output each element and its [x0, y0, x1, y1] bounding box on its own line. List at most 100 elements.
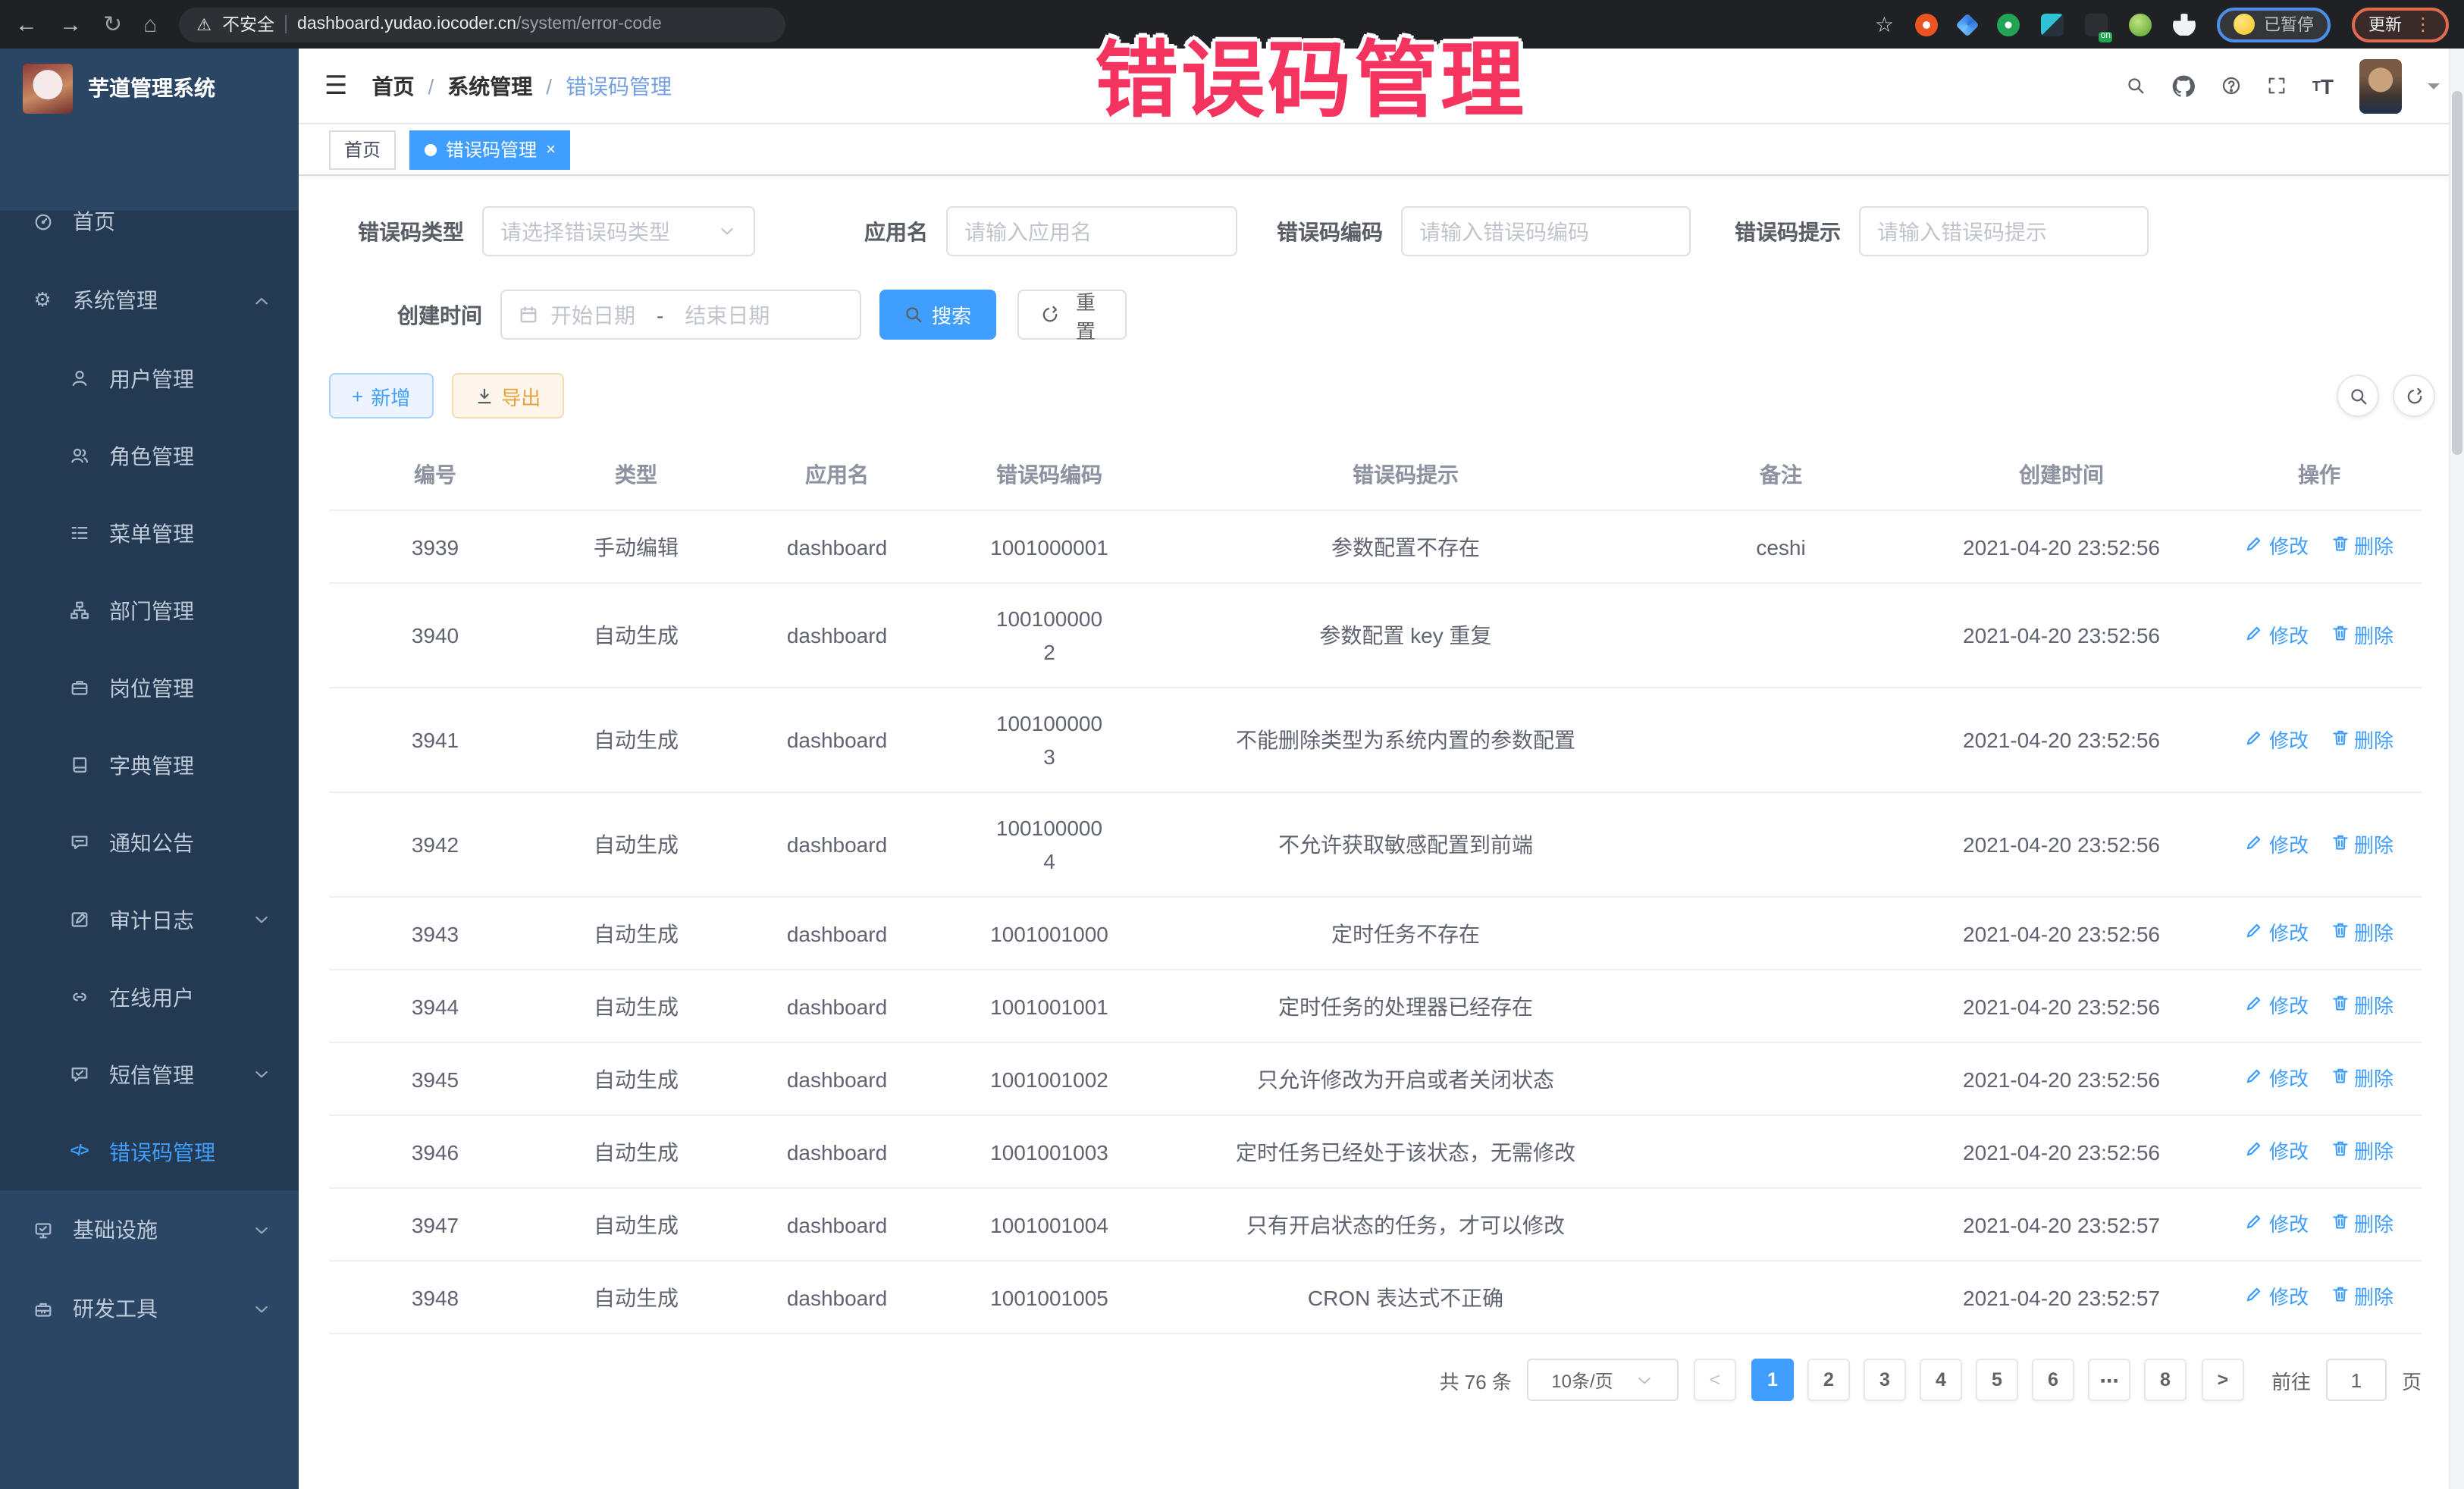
more-pages-button[interactable]: ⋯ — [2088, 1359, 2130, 1401]
add-button[interactable]: + 新增 — [329, 373, 433, 418]
sidebar-item-角色管理[interactable]: 角色管理 — [0, 417, 299, 494]
page-button-5[interactable]: 5 — [1976, 1359, 2018, 1401]
avatar-caret-down-icon[interactable] — [2428, 83, 2440, 95]
edit-link[interactable]: 修改 — [2245, 619, 2309, 653]
edit-link[interactable]: 修改 — [2245, 531, 2309, 564]
sidebar-item-通知公告[interactable]: 通知公告 — [0, 804, 299, 881]
delete-link[interactable]: 删除 — [2330, 1208, 2393, 1242]
page-content: 错误码类型 请选择错误码类型 应用名 请输入应用名 错误码编码 请输入错误码编码 — [299, 176, 2464, 1489]
edit-link[interactable]: 修改 — [2245, 917, 2309, 951]
export-button[interactable]: 导出 — [451, 373, 563, 418]
sidebar-item-研发工具[interactable]: 研发工具 — [0, 1269, 299, 1348]
github-icon[interactable] — [2171, 74, 2196, 98]
window-scrollbar[interactable] — [2449, 49, 2464, 1489]
browser-forward-icon[interactable]: → — [59, 13, 82, 36]
bookmark-star-icon[interactable]: ☆ — [1875, 11, 1894, 37]
edit-link[interactable]: 修改 — [2245, 724, 2309, 757]
infra-icon — [30, 1218, 55, 1242]
breadcrumb-home[interactable]: 首页 — [372, 71, 415, 101]
search-button[interactable]: 搜索 — [879, 290, 996, 340]
sidebar-item-在线用户[interactable]: 在线用户 — [0, 958, 299, 1036]
toggle-search-button[interactable] — [2337, 375, 2379, 417]
sidebar-item-审计日志[interactable]: 审计日志 — [0, 881, 299, 958]
reset-button[interactable]: 重置 — [1017, 290, 1127, 340]
tab-error-code[interactable]: 错误码管理 × — [409, 130, 571, 169]
sidebar-item-系统管理[interactable]: ⚙系统管理 — [0, 261, 299, 340]
profile-status: 已暂停 — [2264, 12, 2314, 36]
error-type-select[interactable]: 请选择错误码类型 — [482, 206, 755, 256]
delete-link[interactable]: 删除 — [2330, 1136, 2393, 1169]
delete-link[interactable]: 删除 — [2330, 619, 2393, 653]
app-name-input[interactable]: 请输入应用名 — [946, 206, 1237, 256]
page-button-4[interactable]: 4 — [1920, 1359, 1962, 1401]
scrollbar-thumb[interactable] — [2452, 91, 2462, 455]
tab-home[interactable]: 首页 — [329, 130, 396, 169]
error-msg-input[interactable]: 请输入错误码提示 — [1859, 206, 2149, 256]
browser-menu-icon[interactable]: ⋮ — [2414, 14, 2432, 35]
sidebar-item-基础设施[interactable]: 基础设施 — [0, 1190, 299, 1269]
edit-link[interactable]: 修改 — [2245, 829, 2309, 862]
page-button-2[interactable]: 2 — [1807, 1359, 1850, 1401]
edit-link[interactable]: 修改 — [2245, 1063, 2309, 1096]
help-icon[interactable] — [2221, 76, 2241, 96]
extension-icon[interactable] — [2129, 13, 2152, 36]
fullscreen-icon[interactable] — [2267, 76, 2287, 96]
error-code-input[interactable]: 请输入错误码编码 — [1401, 206, 1691, 256]
edit-icon — [2245, 829, 2265, 862]
page-button-6[interactable]: 6 — [2032, 1359, 2074, 1401]
sidebar-item-字典管理[interactable]: 字典管理 — [0, 726, 299, 804]
menu-icon — [67, 521, 91, 545]
delete-link[interactable]: 删除 — [2330, 917, 2393, 951]
browser-back-icon[interactable]: ← — [15, 13, 38, 36]
browser-home-icon[interactable]: ⌂ — [143, 13, 157, 36]
sidebar-item-部门管理[interactable]: 部门管理 — [0, 572, 299, 649]
goto-page-input[interactable]: 1 — [2326, 1359, 2387, 1401]
date-range-picker[interactable]: 开始日期 - 结束日期 — [500, 290, 861, 340]
page-button-8[interactable]: 8 — [2144, 1359, 2187, 1401]
profile-avatar-icon — [2234, 14, 2255, 35]
delete-link[interactable]: 删除 — [2330, 990, 2393, 1023]
trash-icon — [2330, 1136, 2350, 1169]
extension-icon[interactable] — [1915, 13, 1938, 36]
browser-reload-icon[interactable]: ↻ — [103, 13, 122, 36]
font-size-icon[interactable]: TT — [2312, 74, 2334, 98]
puzzle-extensions-icon[interactable] — [2173, 13, 2196, 36]
page-button-1[interactable]: 1 — [1751, 1359, 1794, 1401]
sidebar-item-首页[interactable]: 首页 — [0, 182, 299, 261]
delete-link[interactable]: 删除 — [2330, 1281, 2393, 1315]
edit-link[interactable]: 修改 — [2245, 1281, 2309, 1315]
hamburger-icon[interactable]: ☰ — [324, 71, 348, 101]
edit-link[interactable]: 修改 — [2245, 1208, 2309, 1242]
extension-icon[interactable] — [1955, 12, 1979, 36]
sidebar-item-用户管理[interactable]: 用户管理 — [0, 340, 299, 417]
delete-link[interactable]: 删除 — [2330, 531, 2393, 564]
delete-link[interactable]: 删除 — [2330, 829, 2393, 862]
search-icon[interactable] — [2126, 76, 2146, 96]
close-tab-icon[interactable]: × — [546, 140, 556, 158]
edit-link[interactable]: 修改 — [2245, 990, 2309, 1023]
edit-link[interactable]: 修改 — [2245, 1136, 2309, 1169]
column-header: 备注 — [1656, 440, 1906, 510]
page-size-select[interactable]: 10条/页 — [1527, 1359, 1679, 1401]
sidebar-item-菜单管理[interactable]: 菜单管理 — [0, 494, 299, 572]
delete-link[interactable]: 删除 — [2330, 1063, 2393, 1096]
profile-chip[interactable]: 已暂停 — [2217, 7, 2331, 42]
user-avatar[interactable] — [2359, 58, 2402, 113]
page-button-3[interactable]: 3 — [1864, 1359, 1906, 1401]
browser-update-button[interactable]: 更新 ⋮ — [2352, 7, 2449, 42]
total-count: 共 76 条 — [1440, 1365, 1512, 1394]
filter-row-1: 错误码类型 请选择错误码类型 应用名 请输入应用名 错误码编码 请输入错误码编码 — [329, 206, 2435, 256]
address-bar[interactable]: ⚠ 不安全 dashboard.yudao.iocoder.cn/system/… — [178, 7, 785, 42]
next-page-button[interactable]: > — [2202, 1359, 2244, 1401]
breadcrumb-system[interactable]: 系统管理 — [447, 71, 532, 101]
extension-icon[interactable] — [2041, 13, 2064, 36]
refresh-table-button[interactable] — [2393, 375, 2435, 417]
sidebar-item-错误码管理[interactable]: </>错误码管理 — [0, 1113, 299, 1190]
sidebar-item-岗位管理[interactable]: 岗位管理 — [0, 649, 299, 726]
sidebar-item-短信管理[interactable]: 短信管理 — [0, 1036, 299, 1113]
extension-icon[interactable] — [1997, 13, 2020, 36]
delete-link[interactable]: 删除 — [2330, 724, 2393, 757]
extension-icon[interactable]: on — [2085, 13, 2108, 36]
prev-page-button[interactable]: < — [1694, 1359, 1736, 1401]
app-logo-row[interactable]: 芋道管理系统 — [0, 49, 299, 127]
